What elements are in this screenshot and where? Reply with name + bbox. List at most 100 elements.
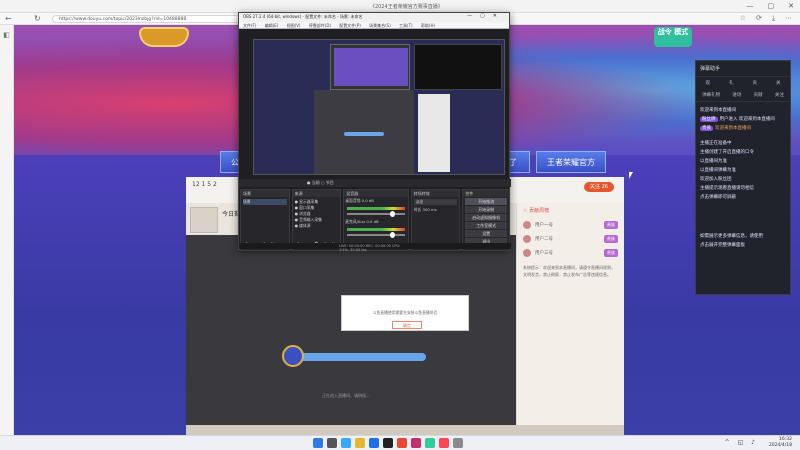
scenes-dock: 场景 场景 +−∧∨ [240,189,290,251]
nested-dark-window [414,44,502,90]
dialog-confirm-button[interactable]: 确定 [392,321,422,329]
volume-slider[interactable] [347,232,405,238]
fan-badge: 粉丝牌 [700,117,718,122]
edge-icon[interactable] [341,438,351,448]
dock-header: 场景 [241,190,289,197]
sync-icon[interactable]: ⟳ [756,14,762,23]
tab-icon-follow[interactable]: 关 [776,80,781,86]
nested-side [418,94,450,172]
source-item[interactable]: ● 媒体源 [295,223,339,229]
minimize-icon[interactable]: — [747,2,754,10]
tab-danmaku[interactable]: 弹幕礼物 [702,92,720,98]
start-streaming-button[interactable]: 开始推流 [465,198,508,205]
search-icon[interactable] [327,438,337,448]
follow-button[interactable]: 关注 26 [584,182,614,192]
danmaku-text: 用户进入 欢迎来到本直播间 [719,117,775,122]
dialog-text: 斗鱼直播使用需要先安装斗鱼直播伴侣 [372,310,438,315]
danmaku-line: 欢迎来到本直播间 [700,108,736,113]
more-icon[interactable]: ⋯ [785,14,792,23]
obs-window-controls[interactable]: —▢✕ [467,13,505,19]
dock-header: 转场特效 [411,190,460,197]
event-button-right[interactable]: 王者荣耀官方 [536,151,606,173]
volume-meter [347,228,405,231]
gift-bar[interactable] [186,425,624,435]
window-title: 《2024王者荣耀官方赛事直播》 [370,4,443,10]
avatar[interactable] [190,207,218,233]
obs-icon[interactable] [383,438,393,448]
mouse-cursor-icon [629,172,633,179]
folder-icon[interactable] [355,438,365,448]
loading-badge-icon [282,345,304,367]
clock[interactable]: 16:32 2024/4/18 [769,437,792,449]
wechat-icon[interactable] [425,438,435,448]
user-name: 用户一号 [535,223,553,228]
list-item[interactable]: 用户二号 贵族 [517,232,624,246]
system-tray[interactable]: ^ ◱ ♪ [725,439,758,446]
user-name: 用户三号 [535,251,553,256]
maximize-icon[interactable]: ▢ [768,2,775,10]
tab-enter[interactable]: 进场 [732,92,741,98]
back-icon[interactable]: ← [5,14,12,23]
star-icon[interactable]: ☆ [740,14,746,23]
tab-contrib[interactable]: 贡献 [754,92,763,98]
rank-header[interactable]: ☆ 贡献周榜 [517,203,624,218]
settings-button[interactable]: 设置 [465,230,508,237]
menu-help[interactable]: 帮助(H) [421,23,435,28]
obs-window: OBS 27.2.4 (64-bit, windows) - 配置文件: 未命名… [238,12,511,252]
list-item[interactable]: 用户三号 贵族 [517,246,624,260]
obs-titlebar: OBS 27.2.4 (64-bit, windows) - 配置文件: 未命名… [239,13,509,22]
danmaku-line: 主播提示观看直播请勿相信 [700,186,754,191]
rank-badge: 贵族 [604,249,618,257]
tab-icon-contrib[interactable]: 贡 [753,80,758,86]
sources-dock: 来源 ● 显示器采集 ● 窗口采集 ● 浏览器 ● 音频输入采集 ● 媒体源 +… [291,189,342,251]
nested-loader [344,132,384,136]
menu-tools[interactable]: 工具(T) [399,23,413,28]
clock-date: 2024/4/18 [768,443,792,448]
settings-icon[interactable] [453,438,463,448]
loading-bar [286,353,426,361]
close-icon[interactable]: ✕ [788,2,794,10]
menu-view[interactable]: 视图(V) [287,23,301,28]
panel-footer-line: 点击展开完整弹幕面板 [700,243,745,248]
start-icon[interactable] [313,438,323,448]
sidebar-icon[interactable]: ◧ [0,31,13,39]
duration-field[interactable]: 时长 300 ms [414,207,458,213]
app-icon[interactable] [411,438,421,448]
refresh-icon[interactable]: ↻ [34,14,41,23]
scene-item[interactable]: 场景 [243,199,287,205]
mixer-channel-label: 麦克风/Aux 0.0 dB [345,219,379,224]
douyu-icon[interactable] [397,438,407,448]
menu-docks[interactable]: 停靠部件(D) [309,23,331,28]
download-icon[interactable]: ⤓ [772,14,775,23]
tab-icon-gift[interactable]: 礼 [729,80,734,86]
noble-badge: 贵族 [700,126,713,131]
panel-footer-line: 如需展示更多弹幕信息，请使用 [700,234,763,239]
controls-dock: 控件 开始推流 开始录制 启动虚拟摄像机 工作室模式 设置 退出 [462,189,511,251]
danmaku-line: 欢迎加入粉丝团 [700,177,732,182]
start-recording-button[interactable]: 开始录制 [465,206,508,213]
volume-slider[interactable] [347,211,405,217]
list-item[interactable]: 用户一号 贵族 [517,218,624,232]
studio-mode-button[interactable]: 工作室模式 [465,222,508,229]
music-icon[interactable] [439,438,449,448]
store-icon[interactable] [369,438,379,448]
taskbar: ^ ◱ ♪ 16:32 2024/4/18 [0,435,800,450]
menu-scene-collection[interactable]: 场景集合(S) [369,23,391,28]
video-player[interactable]: 斗鱼直播使用需要先安装斗鱼直播伴侣 确定 正在进入直播间，请稍候... [186,235,516,435]
tab-follow[interactable]: 关注 [775,92,784,98]
chat-column: ☆ 贡献周榜 用户一号 贵族 用户二号 贵族 用户三号 贵族 系统提示：欢迎来到… [516,203,624,435]
obs-title-text: OBS 27.2.4 (64-bit, windows) - 配置文件: 未命名… [243,14,363,19]
avatar [523,249,531,257]
obs-preview[interactable] [253,39,505,175]
menu-profile[interactable]: 配置文件(P) [339,23,361,28]
danmaku-line: 以直播间为准 [700,159,727,164]
transition-select[interactable]: 淡出 [413,199,458,205]
volume-meter [347,207,405,210]
menu-file[interactable]: 文件(F) [243,23,256,28]
danmaku-line: 点击弹幕即可屏蔽 [700,195,736,200]
browser-sidebar: ◧ [0,25,14,435]
tab-icon-watch[interactable]: 观 [706,80,711,86]
virtual-camera-button[interactable]: 启动虚拟摄像机 [465,214,508,221]
danmaku-line: 以直播间弹幕为准 [700,168,736,173]
menu-edit[interactable]: 编辑(E) [265,23,279,28]
